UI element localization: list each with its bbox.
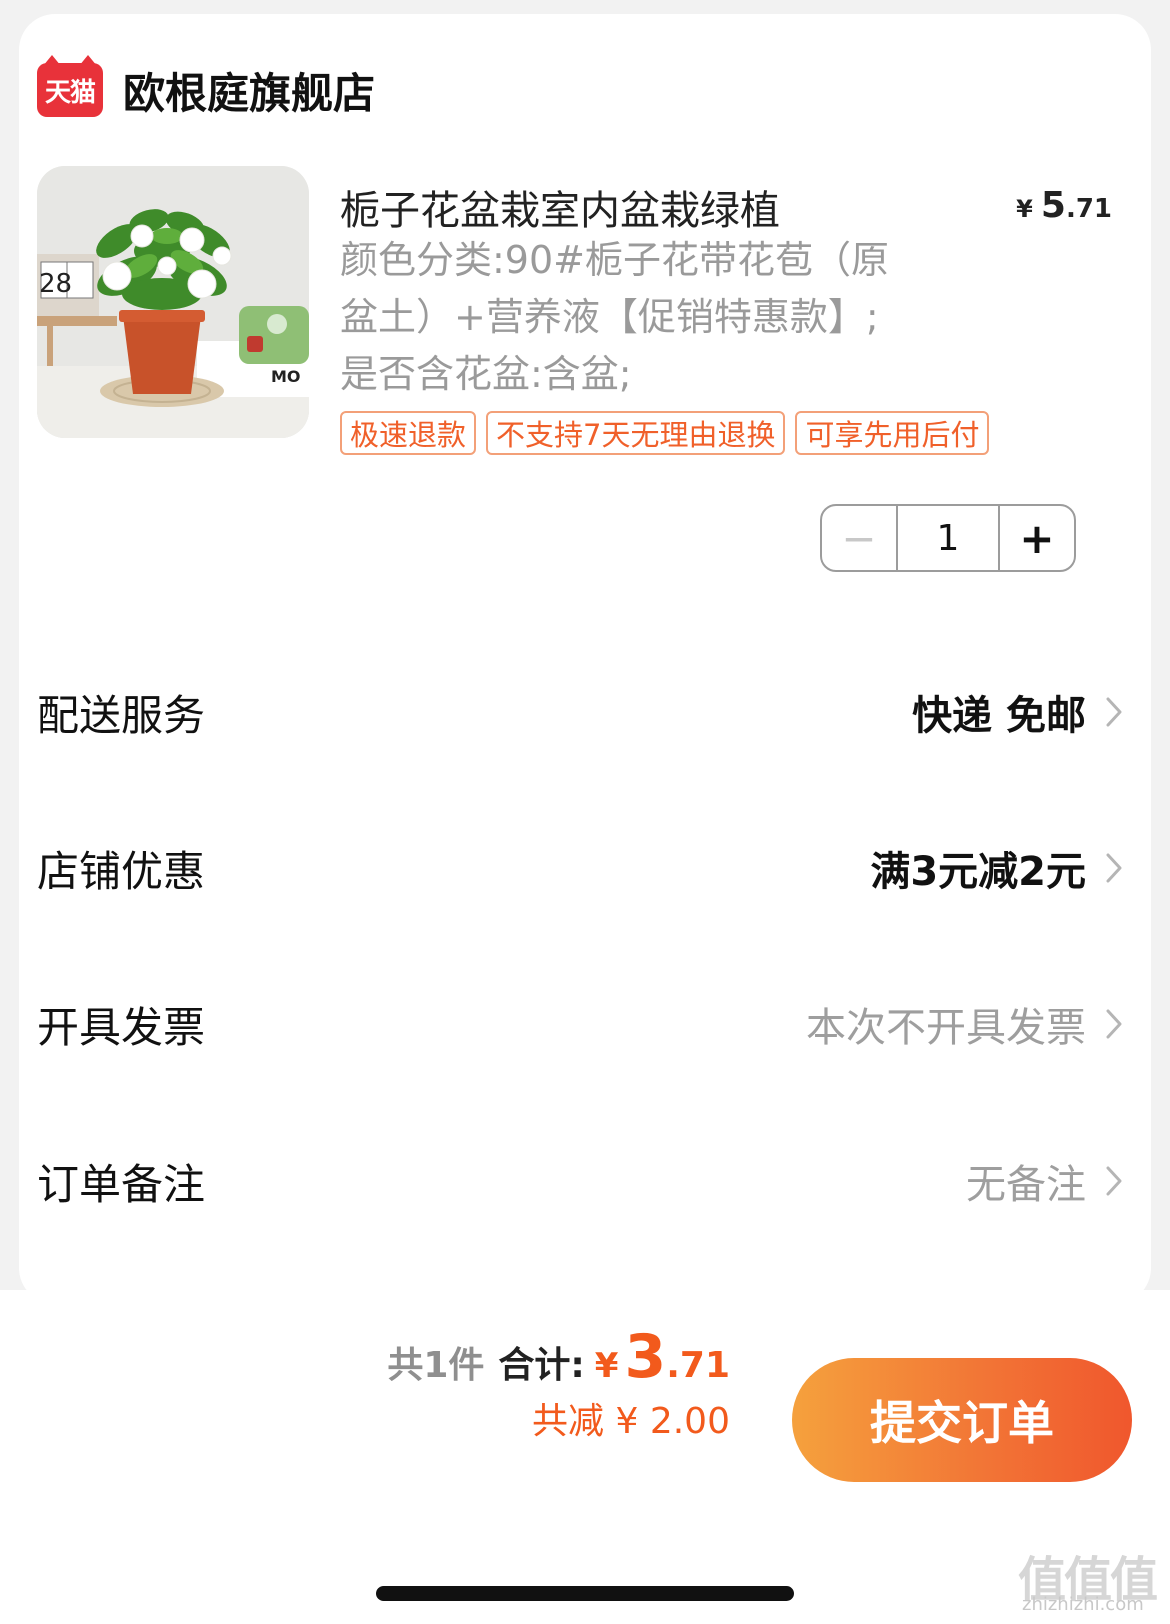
radio-text: MO [271, 367, 301, 386]
tag-fast-refund: 极速退款 [340, 411, 477, 455]
chevron-right-icon [1096, 1161, 1132, 1201]
quantity-minus-button[interactable]: − [822, 506, 896, 570]
chevron-right-icon [1096, 1004, 1132, 1044]
promo-label: 店铺优惠 [37, 846, 206, 896]
invoice-label: 开具发票 [37, 1002, 206, 1052]
total-integer: 3 [624, 1322, 667, 1392]
item-count: 共1件 [387, 1345, 485, 1386]
calendar-digits: 28 [39, 269, 72, 299]
row-order-note[interactable]: 订单备注 无备注 [37, 1141, 1132, 1221]
chevron-right-icon [1096, 692, 1132, 732]
order-total: 共1件 合计: ¥ 3 .71 [387, 1322, 730, 1392]
submit-order-button[interactable]: 提交订单 [792, 1358, 1132, 1482]
watermark-url: zhizhizhi.com [1022, 1594, 1144, 1615]
price-integer: 5 [1040, 185, 1066, 226]
quantity-value[interactable]: 1 [896, 506, 1000, 570]
discount-total[interactable]: 共减 ¥ 2.00 [532, 1392, 730, 1444]
tag-pay-later: 可享先用后付 [795, 411, 990, 455]
tag-no-7day-return: 不支持7天无理由退换 [486, 411, 786, 455]
promo-value: 满3元减2元 [870, 839, 1132, 897]
tmall-logo: 天猫 [37, 55, 103, 117]
total-currency: ¥ [594, 1346, 619, 1386]
product-title[interactable]: 栀子花盆栽室内盆栽绿植 [340, 178, 780, 236]
delivery-label: 配送服务 [37, 690, 206, 740]
total-label: 合计: [498, 1345, 585, 1386]
note-value: 无备注 [966, 1152, 1132, 1210]
row-shop-promo[interactable]: 店铺优惠 满3元减2元 [37, 828, 1132, 908]
shop-header[interactable]: 天猫 欧根庭旗舰店 [37, 55, 375, 125]
invoice-value: 本次不开具发票 [806, 995, 1132, 1053]
product-spec[interactable]: 颜色分类:90#栀子花带花苞（原盆土）+营养液【促销特惠款】;是否含花盆:含盆; [340, 232, 900, 403]
shop-name[interactable]: 欧根庭旗舰店 [123, 60, 375, 121]
delivery-value: 快递 免邮 [912, 683, 1132, 741]
service-tags: 极速退款 不支持7天无理由退换 可享先用后付 [340, 411, 990, 455]
home-indicator[interactable] [376, 1586, 794, 1601]
gardenia-plant-photo: 28 MO [37, 166, 309, 438]
quantity-stepper: − 1 + [820, 504, 1076, 572]
product-image[interactable]: 28 MO [37, 166, 309, 438]
quantity-plus-button[interactable]: + [1000, 506, 1074, 570]
total-decimal: .71 [666, 1345, 730, 1386]
price-decimal: .71 [1065, 194, 1112, 224]
chevron-right-icon [1096, 848, 1132, 888]
row-delivery[interactable]: 配送服务 快递 免邮 [37, 672, 1132, 752]
product-price: ¥5.71 [1016, 185, 1112, 226]
price-currency: ¥ [1016, 195, 1033, 223]
row-invoice[interactable]: 开具发票 本次不开具发票 [37, 984, 1132, 1064]
note-label: 订单备注 [37, 1159, 206, 1209]
